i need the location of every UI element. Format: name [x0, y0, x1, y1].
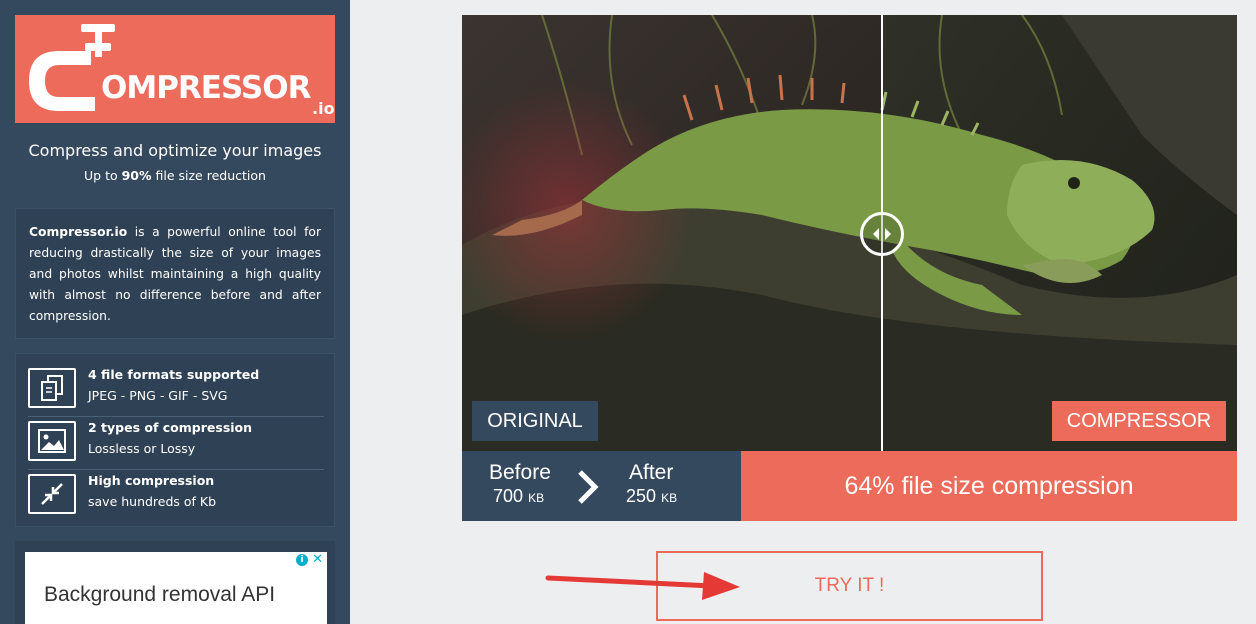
- ad-container: i ✕ Background removal API: [15, 541, 335, 624]
- after-label: After: [629, 461, 674, 484]
- feature-item: 4 file formats supported JPEG - PNG - GI…: [28, 364, 324, 417]
- image-icon: [28, 421, 76, 461]
- after-value: 250: [626, 486, 657, 506]
- feature-title: 2 types of compression: [88, 420, 253, 435]
- red-arrow-icon: [545, 572, 740, 600]
- about-text: is a powerful online tool for reducing d…: [29, 225, 321, 323]
- feature-title: 4 file formats supported: [88, 367, 260, 382]
- ad-close-icon[interactable]: ✕: [312, 553, 323, 567]
- ad-text[interactable]: Background removal API: [44, 583, 275, 607]
- original-tag: ORIGINAL: [472, 401, 598, 441]
- compress-arrows-icon: [28, 474, 76, 514]
- comparison-image: [462, 15, 1237, 451]
- compressor-tag: COMPRESSOR: [1052, 401, 1226, 441]
- subtagline-prefix: Up to: [84, 168, 122, 183]
- before-unit: KB: [528, 491, 545, 505]
- ad-banner[interactable]: i ✕ Background removal API: [25, 552, 327, 624]
- after-unit: KB: [661, 491, 678, 505]
- sidebar: OMPRESSOR .io Compress and optimize your…: [0, 0, 350, 624]
- subtagline-highlight: 90%: [121, 168, 152, 183]
- logo-suffix: .io: [312, 99, 335, 118]
- file-formats-icon: [28, 368, 76, 408]
- ad-info-icon[interactable]: i: [296, 554, 308, 566]
- subtagline-suffix: file size reduction: [151, 168, 266, 183]
- size-stats: Before 700 KB After 250 KB: [462, 451, 741, 521]
- feature-title: High compression: [88, 473, 215, 488]
- before-value: 700: [493, 486, 524, 506]
- before-size: 700 KB: [493, 486, 544, 507]
- feature-subtitle: save hundreds of Kb: [88, 494, 217, 509]
- features-panel: 4 file formats supported JPEG - PNG - GI…: [15, 353, 335, 527]
- about-brand: Compressor.io: [29, 225, 128, 239]
- clamp-logo-icon: [29, 24, 115, 111]
- about-panel: Compressor.io is a powerful online tool …: [15, 208, 335, 339]
- before-label: Before: [489, 461, 551, 484]
- arrows-left-right-icon: [873, 228, 891, 240]
- logo-wordmark: OMPRESSOR: [101, 70, 311, 106]
- feature-item: High compression save hundreds of Kb: [28, 470, 324, 523]
- slider-handle[interactable]: [860, 212, 904, 256]
- subtagline: Up to 90% file size reduction: [0, 168, 350, 183]
- chevron-right-icon: [578, 470, 599, 504]
- after-size: 250 KB: [626, 486, 677, 507]
- feature-subtitle: Lossless or Lossy: [88, 441, 196, 456]
- feature-subtitle: JPEG - PNG - GIF - SVG: [88, 388, 228, 403]
- logo[interactable]: OMPRESSOR .io: [15, 15, 335, 123]
- compression-ratio: 64% file size compression: [741, 451, 1237, 521]
- feature-item: 2 types of compression Lossless or Lossy: [28, 417, 324, 470]
- tagline: Compress and optimize your images: [28, 141, 322, 160]
